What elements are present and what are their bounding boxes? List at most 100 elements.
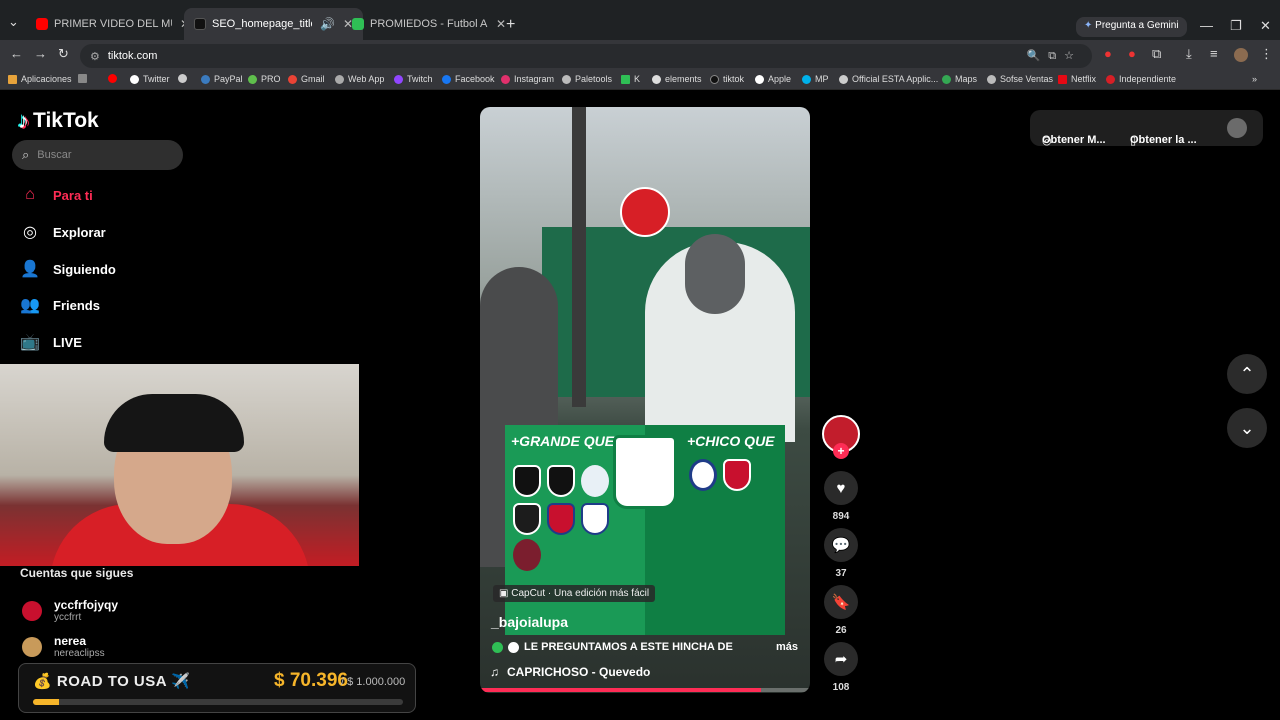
live-tv-icon: 📺 bbox=[20, 334, 40, 351]
following-icon: 👤 bbox=[20, 261, 40, 278]
youtube-icon bbox=[36, 18, 48, 30]
new-tab-button[interactable]: + bbox=[506, 16, 515, 34]
close-icon[interactable]: ✕ bbox=[496, 17, 506, 31]
friends-icon: 👥 bbox=[20, 297, 40, 314]
close-window-button[interactable]: ✕ bbox=[1260, 18, 1271, 34]
bookmark-item[interactable]: Aplicaciones bbox=[8, 74, 72, 84]
bookmark-item[interactable]: Maps bbox=[942, 74, 977, 84]
speaker-icon[interactable]: 🔊 bbox=[320, 17, 335, 31]
bookmark-item[interactable]: MP bbox=[802, 74, 829, 84]
bookmark-item[interactable]: Official ESTA Applic... bbox=[839, 74, 938, 84]
address-bar[interactable]: ⚙ tiktok.com 🔍⧉☆ bbox=[80, 44, 1092, 68]
minimize-button[interactable]: — bbox=[1200, 18, 1213, 33]
follow-plus-button[interactable]: + bbox=[833, 443, 849, 459]
logo-text: TikTok bbox=[33, 109, 99, 132]
tab-title: PROMIEDOS - Futbol Argentino bbox=[370, 18, 488, 30]
nav-para-ti[interactable]: ⌂ Para ti bbox=[20, 186, 93, 204]
bookmark-item[interactable]: Gmail bbox=[288, 74, 325, 84]
nav-label: Friends bbox=[53, 297, 100, 313]
video-hood bbox=[685, 234, 745, 314]
extension-icon[interactable]: ● bbox=[1104, 46, 1112, 61]
bookmark-item[interactable]: K bbox=[621, 74, 640, 84]
video-song[interactable]: ♫ CAPRICHOSO - Quevedo bbox=[490, 665, 650, 679]
club-crest bbox=[613, 435, 677, 509]
extension-icon[interactable]: ● bbox=[1128, 46, 1136, 61]
followed-account[interactable]: yccfrfojyqy yccfrrt bbox=[22, 598, 118, 623]
restore-button[interactable]: ❐ bbox=[1230, 18, 1242, 34]
bookmark-item[interactable]: Independiente bbox=[1106, 74, 1176, 84]
bookmark-item[interactable]: Facebook bbox=[442, 74, 495, 84]
more-button[interactable]: más bbox=[776, 641, 798, 653]
nav-label: Siguiendo bbox=[53, 261, 116, 277]
video-pole bbox=[572, 107, 586, 407]
bookmark-item[interactable]: Twitch bbox=[394, 74, 433, 84]
share-icon[interactable]: ➦ bbox=[824, 642, 858, 676]
reload-button[interactable]: ↻ bbox=[58, 46, 69, 62]
bookmark-item[interactable]: elements bbox=[652, 74, 702, 84]
bookmark-item[interactable] bbox=[178, 74, 191, 83]
back-button[interactable]: ← bbox=[10, 46, 23, 61]
video-player[interactable]: +GRANDE QUE +CHICO QUE ▣ CapCut · Una ed… bbox=[480, 107, 810, 693]
nav-explorar[interactable]: ◎ Explorar bbox=[20, 222, 106, 242]
tiktok-note-icon: ♪ bbox=[18, 108, 29, 133]
bookmark-item[interactable] bbox=[108, 74, 121, 83]
nav-siguiendo[interactable]: 👤 Siguiendo bbox=[20, 259, 116, 279]
share-action[interactable]: ➦ 108 bbox=[824, 642, 858, 693]
webcam-cap bbox=[104, 394, 244, 452]
tab-primer-video[interactable]: PRIMER VIDEO DEL MUNDO AL ✕ bbox=[26, 8, 200, 40]
heart-icon[interactable]: ♥ bbox=[824, 471, 858, 505]
promiedos-icon bbox=[352, 18, 364, 30]
next-video-button[interactable]: ⌄ bbox=[1227, 408, 1267, 448]
followed-account[interactable]: nerea nereaclipss bbox=[22, 634, 105, 659]
tab-promiedos[interactable]: PROMIEDOS - Futbol Argentino ✕ bbox=[342, 8, 516, 40]
nav-label: Para ti bbox=[53, 187, 93, 203]
bookmark-item[interactable] bbox=[78, 74, 91, 83]
video-progress-bar[interactable] bbox=[480, 688, 810, 692]
bookmark-label: tiktok bbox=[723, 74, 745, 84]
bookmark-item[interactable]: Paletools bbox=[562, 74, 612, 84]
top-right-actions: ◎ Obtener M... ▯ Obtener la ... bbox=[1030, 110, 1263, 147]
reading-list-icon[interactable]: ≡ bbox=[1210, 46, 1218, 61]
omnibox-actions[interactable]: 🔍⧉☆ bbox=[1027, 49, 1082, 63]
song-title: CAPRICHOSO - Quevedo bbox=[507, 665, 651, 679]
overlay-label-text: ROAD TO USA ✈️ bbox=[56, 673, 191, 690]
bookmark-icon[interactable]: 🔖 bbox=[824, 585, 858, 619]
bookmarks-overflow-icon[interactable]: » bbox=[1252, 74, 1257, 84]
like-action[interactable]: ♥ 894 bbox=[824, 471, 858, 522]
bookmark-item[interactable]: Apple bbox=[755, 74, 791, 84]
nav-friends[interactable]: 👥 Friends bbox=[20, 295, 100, 315]
bookmark-item[interactable]: tiktok bbox=[710, 74, 744, 84]
video-author[interactable]: _bajoialupa bbox=[491, 614, 568, 630]
bookmark-label: Gmail bbox=[301, 74, 325, 84]
nav-label: LIVE bbox=[53, 334, 82, 350]
comment-action[interactable]: 💬 37 bbox=[824, 528, 858, 579]
menu-icon[interactable]: ⋮ bbox=[1260, 46, 1273, 62]
bookmark-item[interactable]: Web App bbox=[335, 74, 384, 84]
profile-avatar[interactable] bbox=[1234, 48, 1248, 62]
bookmark-item[interactable]: PRO bbox=[248, 74, 281, 84]
gemini-label: Pregunta a Gemini bbox=[1095, 20, 1179, 31]
previous-video-button[interactable]: ⌃ bbox=[1227, 354, 1267, 394]
tab-title: PRIMER VIDEO DEL MUNDO AL bbox=[54, 18, 172, 30]
bookmark-item[interactable]: Sofse Ventas bbox=[987, 74, 1053, 84]
search-input[interactable]: ⌕ Buscar bbox=[12, 140, 183, 170]
bookmark-item[interactable]: Netflix bbox=[1058, 74, 1096, 84]
nav-live[interactable]: 📺 LIVE bbox=[20, 332, 82, 352]
gemini-button[interactable]: ✦ Pregunta a Gemini bbox=[1076, 17, 1187, 37]
comment-icon[interactable]: 💬 bbox=[824, 528, 858, 562]
capcut-badge[interactable]: ▣ CapCut · Una edición más fácil bbox=[493, 585, 656, 602]
download-icon[interactable]: ⤓ bbox=[1186, 46, 1192, 62]
user-avatar[interactable] bbox=[1227, 118, 1247, 138]
bookmark-item[interactable]: Twitter bbox=[130, 74, 170, 84]
forward-button[interactable]: → bbox=[34, 46, 47, 61]
tiktok-logo[interactable]: ♪ TikTok bbox=[18, 108, 99, 134]
bookmark-item[interactable]: Instagram bbox=[501, 74, 554, 84]
bookmark-label: Instagram bbox=[514, 74, 555, 84]
save-action[interactable]: 🔖 26 bbox=[824, 585, 858, 636]
extensions-icon[interactable]: ⧉ bbox=[1152, 46, 1161, 62]
site-info-icon[interactable]: ⚙ bbox=[90, 50, 100, 63]
bookmark-item[interactable]: PayPal bbox=[201, 74, 243, 84]
account-handle: yccfrrt bbox=[54, 612, 82, 623]
tab-search-icon[interactable]: ⌄ bbox=[8, 14, 19, 30]
tab-tiktok[interactable]: SEO_homepage_title 🔊 ✕ bbox=[184, 8, 364, 40]
